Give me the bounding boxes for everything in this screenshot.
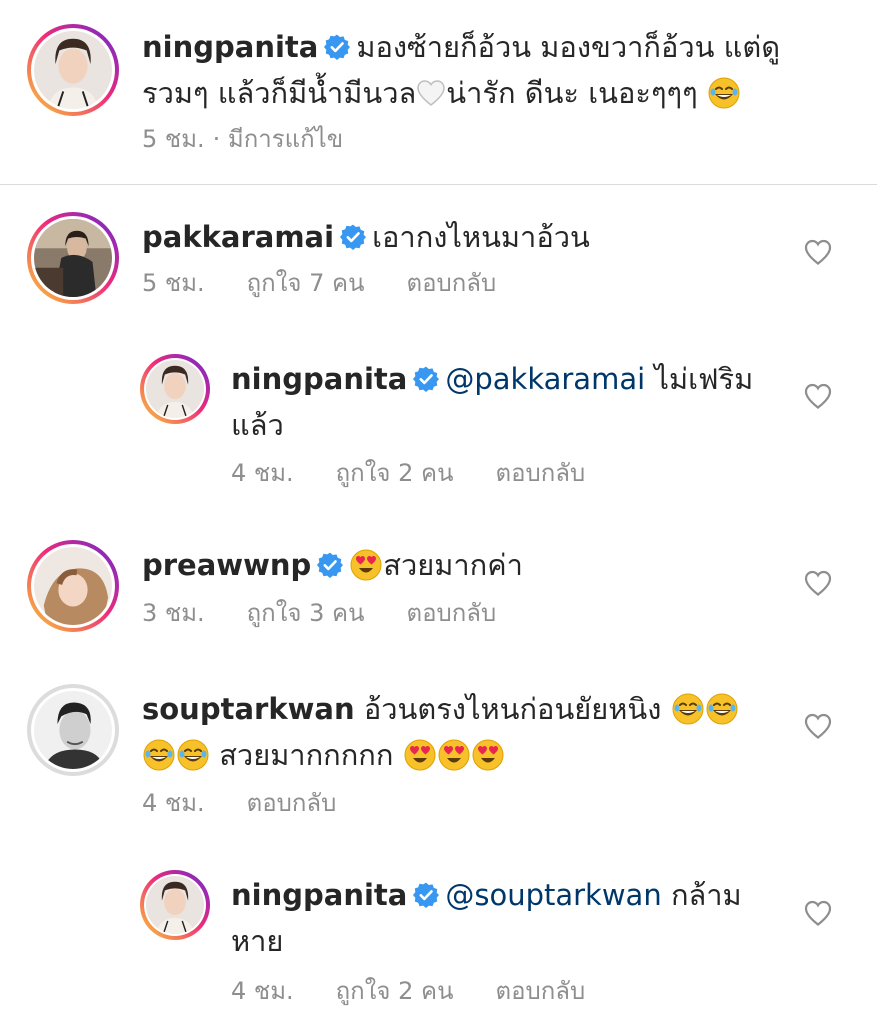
comment-row: souptarkwan อ้วนตรงไหนก่อนยัยหนิง สวยมาก… (0, 682, 877, 822)
verified-badge-icon (317, 552, 343, 578)
caption-line2a: รวมๆ แล้วก็มีน้ำมีนวล (142, 76, 417, 110)
heart-eyes-emoji (350, 549, 382, 581)
caption-text-line2: รวมๆ แล้วก็มีน้ำมีนวล น่ารัก ดีนะ เนอะๆๆๆ (142, 70, 741, 116)
mention-link[interactable]: @souptarkwan (445, 878, 661, 912)
comment-body: ไม่เฟริม (654, 362, 754, 396)
avatar[interactable] (27, 684, 119, 776)
reply-button[interactable]: ตอบกลับ (495, 976, 585, 1006)
heart-outline-icon[interactable] (804, 570, 832, 596)
avatar[interactable] (140, 870, 210, 940)
timestamp[interactable]: 5 ชม. (142, 124, 205, 154)
heart-outline-icon[interactable] (804, 900, 832, 926)
timestamp[interactable]: 4 ชม. (231, 976, 294, 1006)
reply-row: ningpanita @pakkaramai ไม่เฟริม แล้ว 4 ชม… (0, 354, 877, 494)
divider (0, 184, 877, 185)
avatar-photo (34, 691, 112, 769)
timestamp[interactable]: 4 ชม. (142, 788, 205, 818)
comment-meta: 4 ชม. ตอบกลับ (142, 788, 378, 818)
reply-button[interactable]: ตอบกลับ (406, 268, 496, 298)
caption-line2b: น่ารัก ดีนะ เนอะๆๆๆ (446, 76, 698, 110)
heart-eyes-emoji (404, 739, 436, 771)
comment-body-line2: หาย (231, 924, 284, 958)
comment-text: ningpanita @souptarkwan กล้าม (231, 872, 742, 918)
comment-text-line2: แล้ว (231, 402, 284, 448)
reply-button[interactable]: ตอบกลับ (406, 598, 496, 628)
joy-emoji (672, 693, 704, 725)
username[interactable]: ningpanita (231, 362, 407, 396)
verified-badge-icon (413, 366, 439, 392)
comment-body: เอากงไหนมาอ้วน (372, 220, 590, 254)
caption-text: ningpanita มองซ้ายก็อ้วน มองขวาก็อ้วน แต่… (142, 24, 780, 70)
caption-block: ningpanita มองซ้ายก็อ้วน มองขวาก็อ้วน แต่… (0, 0, 877, 184)
avatar-photo (34, 219, 112, 297)
comment-text-line2: สวยมากกกกก (142, 732, 505, 778)
comment-text: ningpanita @pakkaramai ไม่เฟริม (231, 356, 753, 402)
heart-outline-icon[interactable] (804, 713, 832, 739)
comment-body: อ้วนตรงไหนก่อนยัยหนิง (363, 692, 662, 726)
heart-outline-icon[interactable] (804, 383, 832, 409)
likes-count[interactable]: ถูกใจ 2 คน (336, 458, 454, 488)
mention-link[interactable]: @pakkaramai (445, 362, 645, 396)
comment-text: preawwnp สวยมากค่า (142, 542, 523, 588)
white-heart-emoji (416, 79, 446, 107)
reply-button[interactable]: ตอบกลับ (495, 458, 585, 488)
username[interactable]: ningpanita (231, 878, 407, 912)
timestamp[interactable]: 4 ชม. (231, 458, 294, 488)
verified-badge-icon (340, 224, 366, 250)
rofl-emoji (708, 77, 740, 109)
timestamp[interactable]: 3 ชม. (142, 598, 205, 628)
caption-meta: 5 ชม. · มีการแก้ไข (142, 124, 385, 154)
heart-outline-icon[interactable] (804, 239, 832, 265)
comment-body-line2: แล้ว (231, 408, 284, 442)
comment-meta: 4 ชม. ถูกใจ 2 คน ตอบกลับ (231, 458, 627, 488)
avatar[interactable] (27, 540, 119, 632)
username[interactable]: ningpanita (142, 30, 318, 64)
likes-count[interactable]: ถูกใจ 3 คน (247, 598, 365, 628)
edited-label: · มีการแก้ไข (212, 125, 344, 153)
comment-meta: 3 ชม. ถูกใจ 3 คน ตอบกลับ (142, 598, 538, 628)
joy-emoji (706, 693, 738, 725)
reply-row: ningpanita @souptarkwan กล้าม หาย 4 ชม. ถู… (0, 870, 877, 1020)
comment-body-line2: สวยมากกกกก (219, 738, 394, 772)
comment-meta: 5 ชม. ถูกใจ 7 คน ตอบกลับ (142, 268, 538, 298)
comment-body: สวยมากค่า (383, 548, 523, 582)
heart-eyes-emoji (472, 739, 504, 771)
joy-emoji (177, 739, 209, 771)
comment-meta: 4 ชม. ถูกใจ 2 คน ตอบกลับ (231, 976, 627, 1006)
avatar-photo (146, 360, 204, 418)
username[interactable]: preawwnp (142, 548, 311, 582)
verified-badge-icon (413, 882, 439, 908)
avatar-photo (34, 31, 112, 109)
timestamp[interactable]: 5 ชม. (142, 268, 205, 298)
avatar[interactable] (140, 354, 210, 424)
avatar-photo (146, 876, 204, 934)
comment-text: souptarkwan อ้วนตรงไหนก่อนยัยหนิง (142, 686, 739, 732)
comment-body: กล้าม (670, 878, 742, 912)
heart-eyes-emoji (438, 739, 470, 771)
comment-row: preawwnp สวยมากค่า 3 ชม. ถูกใจ 3 คน ตอบกลับ (0, 538, 877, 638)
caption-line1: มองซ้ายก็อ้วน มองขวาก็อ้วน แต่ดู (356, 30, 781, 64)
verified-badge-icon (324, 34, 350, 60)
comment-row: pakkaramai เอากงไหนมาอ้วน 5 ชม. ถูกใจ 7 คน… (0, 210, 877, 310)
likes-count[interactable]: ถูกใจ 2 คน (336, 976, 454, 1006)
username[interactable]: pakkaramai (142, 220, 334, 254)
avatar[interactable] (27, 24, 119, 116)
comment-text: pakkaramai เอากงไหนมาอ้วน (142, 214, 590, 260)
avatar[interactable] (27, 212, 119, 304)
avatar-photo (34, 547, 112, 625)
joy-emoji (143, 739, 175, 771)
username[interactable]: souptarkwan (142, 692, 355, 726)
reply-button[interactable]: ตอบกลับ (247, 788, 337, 818)
likes-count[interactable]: ถูกใจ 7 คน (247, 268, 365, 298)
comment-text-line2: หาย (231, 918, 283, 964)
